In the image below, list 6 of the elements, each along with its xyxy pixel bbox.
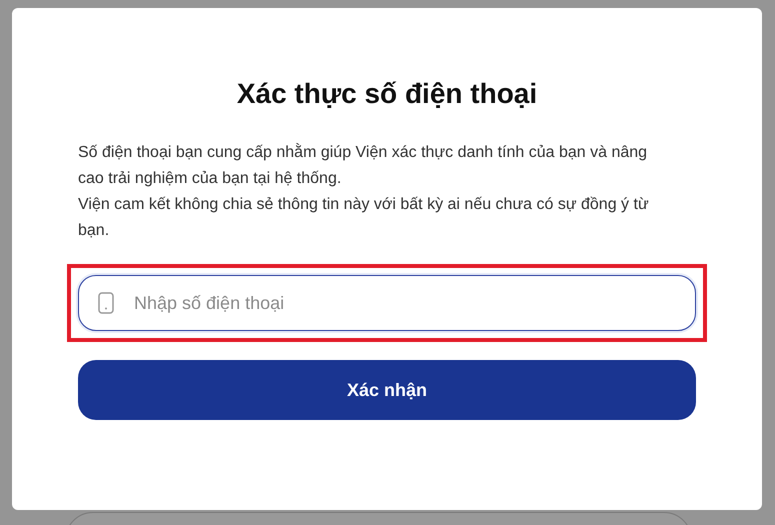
phone-input-field[interactable]: Nhập số điện thoại — [78, 275, 696, 331]
info-text: Số điện thoại bạn cung cấp nhằm giúp Viện xác thực danh tính của bạn và nâng cao trải nghiệm của bạn tại hệ thống. — [78, 142, 648, 189]
dialog-title: Xác thực số điện thoại — [236, 77, 538, 111]
confirm-button[interactable]: Xác nhận — [78, 360, 696, 420]
info-text: Viện cam kết không chia sẻ thông tin này với bất kỳ ai nếu chưa có sự đồng ý từ bạn. — [78, 195, 650, 241]
phone-icon — [98, 292, 114, 314]
